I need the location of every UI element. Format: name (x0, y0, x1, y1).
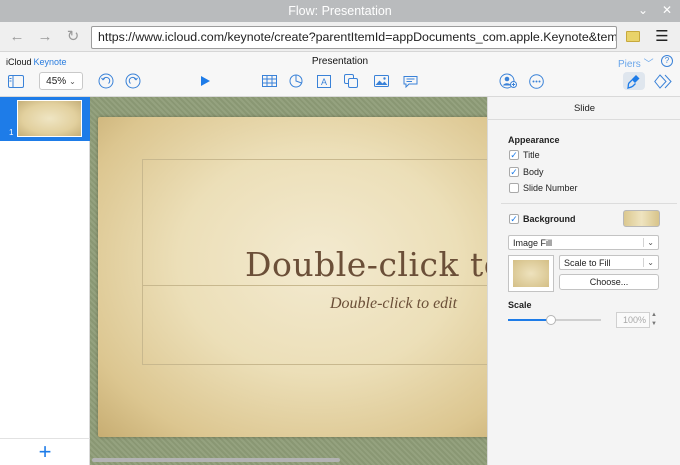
scale-slider-fill (508, 319, 551, 321)
user-chevron-icon: ﹀ (643, 59, 654, 70)
background-checkbox[interactable]: ✓ (509, 214, 519, 224)
background-image-well[interactable] (508, 255, 554, 292)
keynote-toolbar: iCloud Keynote Presentation Piers ﹀ ? 45%… (0, 52, 680, 97)
slide-navigator-icon[interactable] (5, 72, 27, 90)
stepper-down-icon[interactable]: ▼ (651, 321, 659, 328)
format-icon[interactable] (623, 72, 645, 90)
animate-icon[interactable] (652, 72, 674, 90)
inspector-divider (501, 203, 677, 204)
slide-body-placeholder[interactable]: Double-click to edit (330, 295, 457, 313)
format-inspector: Slide Appearance ✓ Title ✓ Body Slide Nu… (487, 97, 680, 465)
background-option-label: Background (523, 214, 576, 224)
title-body-divider (142, 285, 487, 286)
minimize-icon[interactable]: ⌄ (636, 3, 650, 17)
scale-stepper[interactable]: ▲ ▼ (651, 312, 659, 328)
chevron-down-icon: ⌄ (643, 238, 654, 247)
url-input[interactable]: https://www.icloud.com/keynote/create?pa… (91, 26, 617, 49)
back-icon[interactable]: ← (8, 28, 26, 46)
menu-icon[interactable]: ☰ (654, 28, 670, 46)
title-option-label: Title (523, 150, 540, 160)
stepper-up-icon[interactable]: ▲ (651, 312, 659, 319)
slide-number-option-label: Slide Number (523, 183, 578, 193)
comment-icon[interactable] (399, 72, 421, 90)
background-image-preview (513, 260, 549, 287)
chevron-down-icon: ⌄ (69, 76, 76, 86)
svg-text:A: A (321, 77, 327, 87)
collaborate-icon[interactable] (497, 72, 519, 90)
window-controls: ⌄ ✕ (636, 3, 674, 17)
help-button[interactable]: ? (661, 55, 673, 67)
fill-type-value: Image Fill (513, 237, 553, 248)
play-icon[interactable] (194, 72, 216, 90)
undo-icon[interactable] (95, 72, 117, 90)
slide-title-placeholder[interactable]: Double-click to (245, 245, 487, 284)
background-option[interactable]: ✓ Background (509, 214, 576, 224)
folder-icon[interactable] (626, 31, 640, 42)
scale-slider[interactable] (508, 315, 601, 325)
add-slide-button[interactable]: + (0, 438, 90, 465)
user-menu-button[interactable]: Piers ﹀ (618, 55, 654, 70)
slide-number: 1 (9, 128, 14, 137)
window-title: Flow: Presentation (288, 4, 392, 18)
slide-thumbnail-row[interactable]: 1 (0, 97, 90, 141)
chevron-down-icon: ⌄ (643, 258, 654, 267)
scale-label: Scale (508, 300, 532, 310)
table-icon[interactable] (258, 72, 280, 90)
slide-canvas[interactable]: Double-click to Double-click to edit (90, 97, 487, 465)
slide-number-option[interactable]: Slide Number (509, 183, 578, 193)
close-icon[interactable]: ✕ (660, 3, 674, 17)
scale-slider-knob[interactable] (546, 315, 556, 325)
window-title-bar: Flow: Presentation ⌄ ✕ (0, 0, 680, 22)
scale-input[interactable]: 100% (616, 312, 650, 328)
browser-toolbar: ← → ↻ https://www.icloud.com/keynote/cre… (0, 22, 680, 52)
body-option[interactable]: ✓ Body (509, 167, 544, 177)
fill-mode-value: Scale to Fill (564, 257, 611, 268)
title-checkbox[interactable]: ✓ (509, 150, 519, 160)
body-checkbox[interactable]: ✓ (509, 167, 519, 177)
title-option[interactable]: ✓ Title (509, 150, 540, 160)
user-name: Piers (618, 59, 641, 70)
slide-navigator: 1 + (0, 97, 90, 465)
document-title[interactable]: Presentation (0, 56, 680, 67)
shape-icon[interactable] (340, 72, 362, 90)
forward-icon[interactable]: → (36, 28, 54, 46)
slide-number-checkbox[interactable] (509, 183, 519, 193)
inspector-header: Slide (488, 97, 680, 120)
fill-type-select[interactable]: Image Fill ⌄ (508, 235, 659, 250)
chart-icon[interactable] (285, 72, 307, 90)
reload-icon[interactable]: ↻ (64, 28, 82, 46)
text-box-icon[interactable]: A (313, 72, 335, 90)
body-option-label: Body (523, 167, 544, 177)
background-color-well[interactable] (623, 210, 660, 227)
fill-mode-select[interactable]: Scale to Fill ⌄ (559, 255, 659, 270)
zoom-value: 45% (46, 75, 67, 87)
more-icon[interactable] (525, 72, 547, 90)
choose-image-button[interactable]: Choose... (559, 274, 659, 290)
redo-icon[interactable] (122, 72, 144, 90)
slide-thumbnail[interactable] (17, 100, 82, 137)
zoom-select[interactable]: 45% ⌄ (39, 72, 83, 90)
horizontal-scrollbar[interactable] (92, 458, 340, 462)
image-icon[interactable] (370, 72, 392, 90)
appearance-label: Appearance (508, 135, 560, 145)
